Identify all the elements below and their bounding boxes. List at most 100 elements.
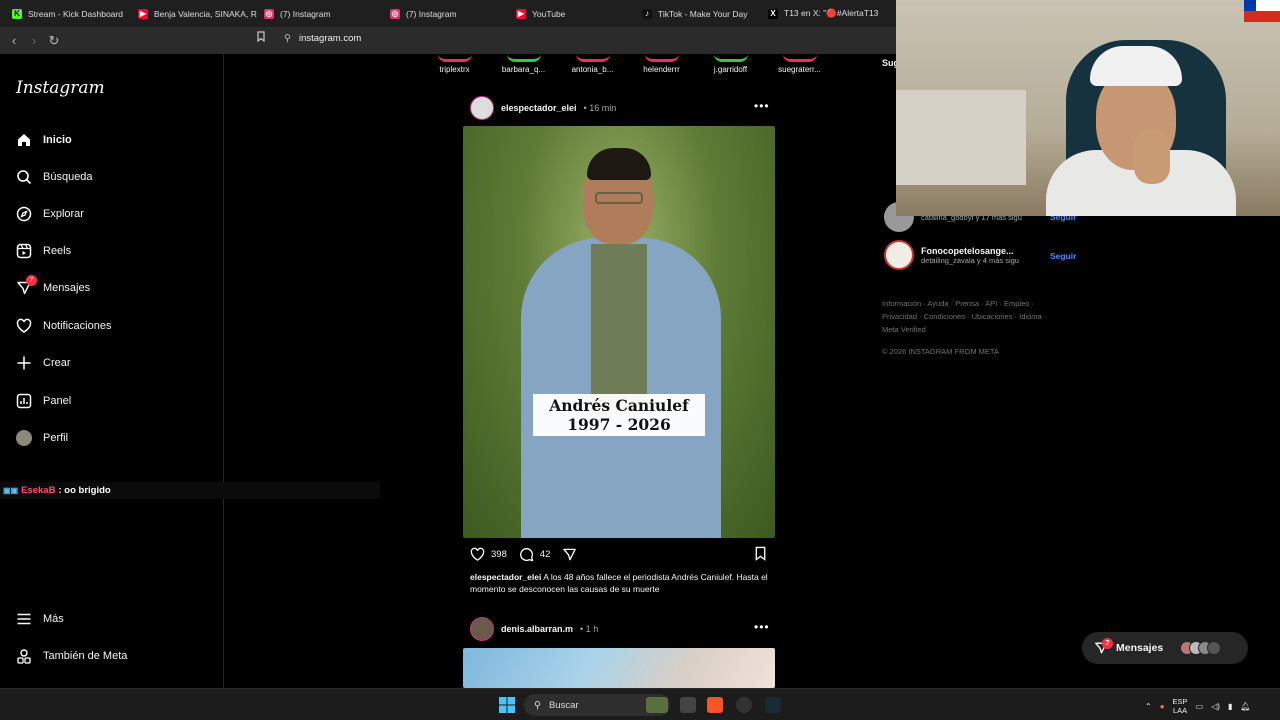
avatar[interactable] <box>470 96 494 120</box>
story-item[interactable]: triplextrx <box>420 54 489 74</box>
more-options-icon[interactable]: ••• <box>754 99 770 113</box>
chat-text: : oo brigido <box>58 485 111 496</box>
meta-icon <box>17 649 31 664</box>
url-field[interactable]: ⚲ instagram.com <box>257 31 362 45</box>
obs-icon[interactable] <box>736 697 752 713</box>
messages-button[interactable]: 7 Mensajes <box>1082 632 1248 664</box>
stories-row: triplextrx barbara_q... antonia_b... hel… <box>420 54 834 74</box>
more-options-icon[interactable]: ••• <box>754 620 770 634</box>
instagram-logo[interactable]: Instagram <box>16 78 105 98</box>
like-icon[interactable] <box>470 547 485 562</box>
sidebar-item-label: Mensajes <box>43 282 91 294</box>
steam-icon[interactable] <box>765 697 781 713</box>
file-explorer-icon[interactable] <box>646 697 668 713</box>
sidebar-item-inicio[interactable]: Inicio <box>16 132 72 148</box>
sidebar-item-panel[interactable]: Panel <box>16 393 71 409</box>
chat-badges-icon: ▣▣ <box>3 486 19 495</box>
sidebar-item-tambien-de-meta[interactable]: También de Meta <box>16 648 127 664</box>
browser-tab[interactable]: ◎ (7) Instagram <box>384 0 510 27</box>
battery-icon[interactable]: ▮ <box>1228 702 1232 711</box>
bookmark-icon[interactable] <box>256 31 266 45</box>
memorial-caption: Andrés Caniulef 1997 - 2026 <box>533 394 705 436</box>
post-header: denis.albarran.m • 1 h <box>470 617 598 641</box>
caption-username[interactable]: elespectador_elei <box>470 572 541 582</box>
browser-tab[interactable]: ▶ Benja Valencia, SINAKA, R <box>132 0 258 27</box>
story-item[interactable]: suegraterr... <box>765 54 834 74</box>
microphone-icon[interactable]: ● <box>1160 702 1165 711</box>
browser-tab[interactable]: K Stream - Kick Dashboard <box>6 0 132 27</box>
notification-bell-icon[interactable]: 🔔︎ <box>1240 702 1250 711</box>
sidebar-item-label: Más <box>43 613 64 625</box>
windows-taskbar: ⚲ Buscar ⌃ ● ESP LAA ▭ ◁) ▮ 🔔︎ <box>0 688 1280 720</box>
story-item[interactable]: antonia_b... <box>558 54 627 74</box>
story-item[interactable]: barbara_q... <box>489 54 558 74</box>
sidebar-item-busqueda[interactable]: Búsqueda <box>16 169 93 185</box>
sidebar-item-label: Perfil <box>43 432 69 444</box>
sidebar-item-mensajes[interactable]: 7 Mensajes <box>16 275 91 296</box>
sidebar-item-mas[interactable]: Más <box>16 611 64 627</box>
suggestion-name[interactable]: Fonocopetelosange... <box>921 246 1019 256</box>
post-image[interactable]: Andrés Caniulef 1997 - 2026 <box>463 126 775 538</box>
sidebar-item-notificaciones[interactable]: Notificaciones <box>16 318 111 334</box>
story-item[interactable]: j.garridoff <box>696 54 765 74</box>
post-actions: 398 42 <box>470 546 770 562</box>
message-avatars <box>1180 641 1222 655</box>
story-ring <box>644 54 679 62</box>
sidebar-item-perfil[interactable]: Perfil <box>16 430 68 446</box>
post-username[interactable]: elespectador_elei <box>501 103 577 113</box>
unread-badge: 7 <box>1102 638 1113 649</box>
suggestion-row: Fonocopetelosange... detailing_zavala y … <box>884 240 1019 270</box>
volume-icon[interactable]: ◁) <box>1211 702 1220 711</box>
avatar[interactable] <box>470 617 494 641</box>
sidebar-item-label: Explorar <box>43 208 84 220</box>
windows-start-icon[interactable] <box>499 697 515 713</box>
follow-button[interactable]: Seguir <box>1050 251 1076 261</box>
browser-tab[interactable]: ♪ TikTok - Make Your Day <box>636 0 762 27</box>
avatar[interactable] <box>884 240 914 270</box>
footer-links[interactable]: Información · Ayuda · Prensa · API · Emp… <box>882 297 1062 336</box>
comment-count[interactable]: 42 <box>540 549 551 560</box>
search-icon <box>17 170 32 185</box>
like-count[interactable]: 398 <box>491 549 507 560</box>
address-bar: ‹ › ↻ ⚲ instagram.com <box>0 27 896 54</box>
browser-tab[interactable]: X T13 en X: "🔴#AlertaT13 <box>762 0 888 27</box>
language-indicator[interactable]: ESP LAA <box>1173 697 1188 715</box>
save-icon[interactable] <box>753 546 768 561</box>
chevron-up-icon[interactable]: ⌃ <box>1145 702 1152 711</box>
more-icon <box>1207 641 1222 655</box>
post-image[interactable] <box>463 648 775 688</box>
browser-tab[interactable]: ◎ (7) Instagram <box>258 0 384 27</box>
youtube-icon: ▶ <box>516 8 526 19</box>
story-ring <box>506 54 541 62</box>
sidebar-item-label: También de Meta <box>43 650 128 662</box>
task-view-icon[interactable] <box>680 697 696 713</box>
reload-icon[interactable]: ↻ <box>44 33 64 49</box>
post-username[interactable]: denis.albarran.m <box>501 624 573 634</box>
story-ring <box>575 54 610 62</box>
story-ring <box>782 54 817 62</box>
url-text: instagram.com <box>298 32 362 44</box>
post-image-figure <box>591 244 647 414</box>
back-icon[interactable]: ‹ <box>4 33 24 48</box>
browser-tab[interactable]: ▶ YouTube <box>510 0 636 27</box>
webcam-overlay <box>896 0 1280 216</box>
share-icon[interactable] <box>562 547 577 562</box>
network-icon[interactable]: ▭ <box>1196 702 1204 711</box>
messages-label: Mensajes <box>1116 642 1164 654</box>
post-header: elespectador_elei • 16 min <box>470 96 616 120</box>
chile-flag-icon <box>1244 0 1280 22</box>
brave-browser-icon[interactable] <box>707 697 723 713</box>
sidebar-item-explorar[interactable]: Explorar <box>16 206 84 222</box>
forward-icon[interactable]: › <box>24 33 44 48</box>
story-ring <box>437 54 472 62</box>
sidebar-item-crear[interactable]: Crear <box>16 355 71 371</box>
story-item[interactable]: helenderrr <box>627 54 696 74</box>
instagram-icon: ◎ <box>390 8 400 19</box>
site-info-icon[interactable]: ⚲ <box>284 33 291 44</box>
webcam-person <box>1090 46 1182 86</box>
comment-icon[interactable] <box>519 547 534 562</box>
post-image-figure <box>595 192 643 204</box>
sidebar-item-label: Búsqueda <box>43 171 93 183</box>
heart-icon <box>16 318 32 333</box>
sidebar-item-reels[interactable]: Reels <box>16 243 71 259</box>
